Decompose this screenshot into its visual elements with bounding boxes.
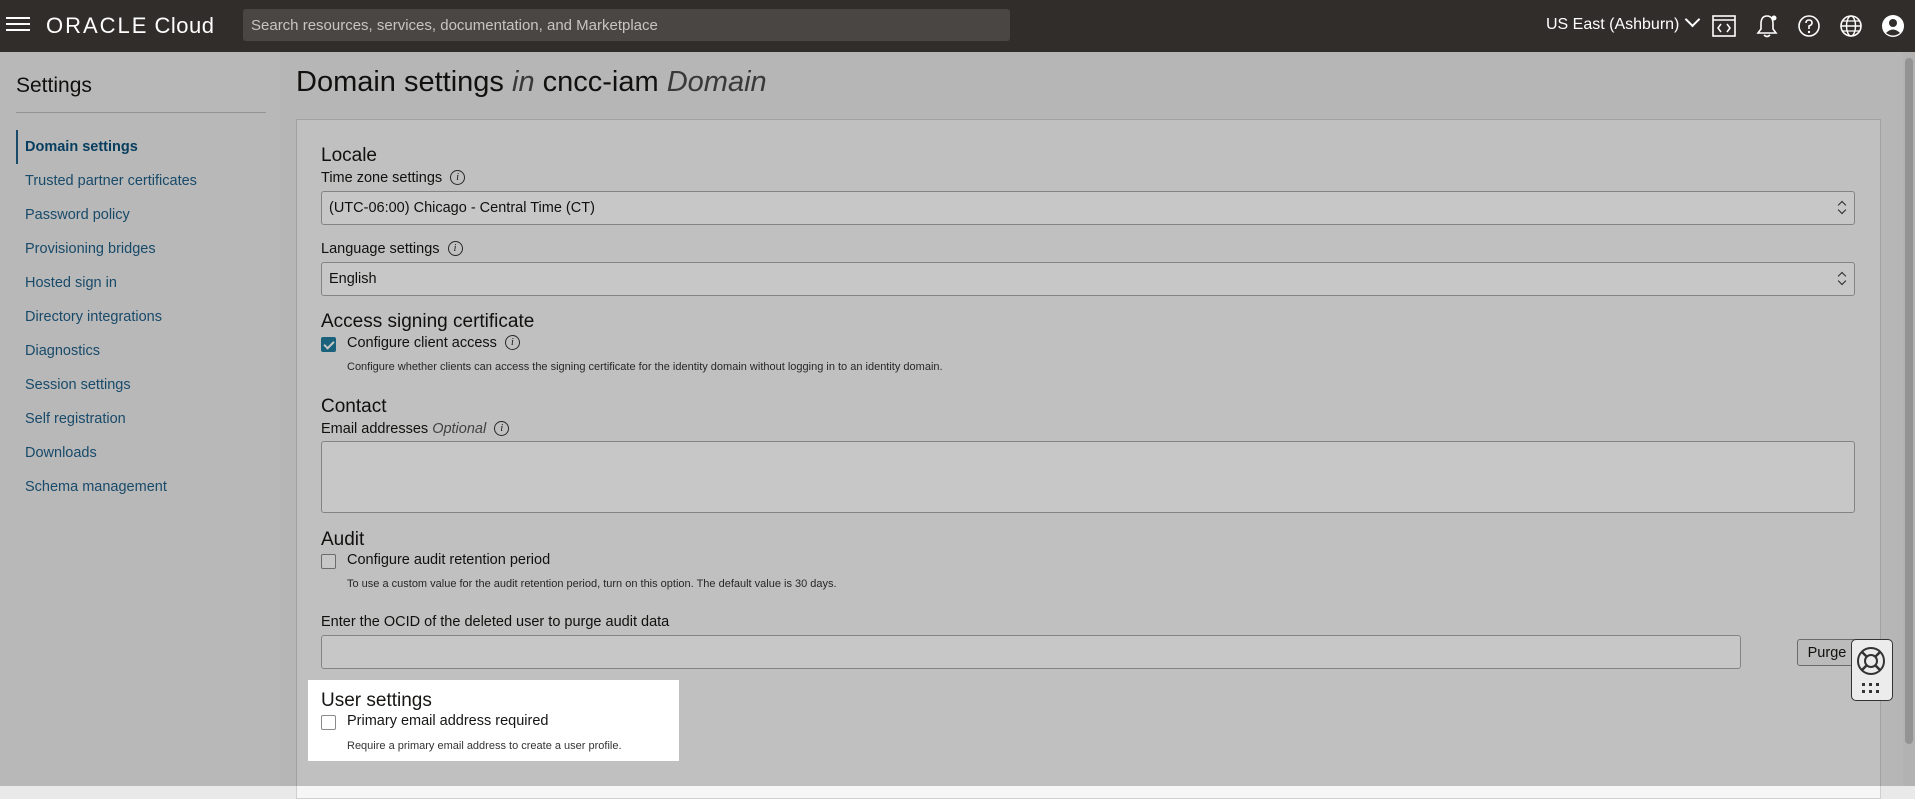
primary-email-required-label: Primary email address required bbox=[347, 713, 549, 729]
scrollbar-thumb[interactable] bbox=[1905, 58, 1913, 744]
top-navbar: ORACLECloud US East (Ashburn) bbox=[0, 0, 1915, 52]
language-value: English bbox=[329, 271, 377, 287]
settings-sidebar: Settings Domain settings Trusted partner… bbox=[0, 52, 280, 786]
optional-tag: Optional bbox=[432, 421, 487, 437]
search-input[interactable] bbox=[243, 9, 1010, 41]
info-icon[interactable]: i bbox=[494, 420, 510, 436]
select-arrows-icon bbox=[1838, 272, 1846, 286]
configure-client-access-checkbox[interactable] bbox=[321, 337, 336, 352]
code-editor-icon[interactable] bbox=[1711, 13, 1737, 39]
email-addresses-textarea[interactable] bbox=[321, 441, 1855, 513]
logo-product: Cloud bbox=[154, 13, 215, 38]
language-select[interactable]: English bbox=[321, 262, 1855, 296]
help-widget[interactable] bbox=[1851, 639, 1893, 701]
sidebar-nav: Domain settings Trusted partner certific… bbox=[16, 130, 276, 504]
configure-client-access-help: Configure whether clients can access the… bbox=[347, 361, 943, 373]
select-arrows-icon bbox=[1838, 201, 1846, 215]
hamburger-menu-icon[interactable] bbox=[6, 14, 30, 34]
page-title-domain-name: cncc-iam bbox=[542, 66, 659, 98]
configure-client-access-label: Configure client access i bbox=[347, 334, 520, 351]
sidebar-title: Settings bbox=[16, 74, 92, 97]
language-label: Language settings i bbox=[321, 240, 463, 257]
configure-audit-retention-checkbox[interactable] bbox=[321, 554, 336, 569]
timezone-select[interactable]: (UTC-06:00) Chicago - Central Time (CT) bbox=[321, 191, 1855, 225]
sidebar-item-password-policy[interactable]: Password policy bbox=[16, 198, 276, 232]
region-label: US East (Ashburn) bbox=[1546, 16, 1680, 33]
primary-email-required-checkbox[interactable] bbox=[321, 715, 336, 730]
timezone-label: Time zone settings i bbox=[321, 169, 466, 186]
purge-button[interactable]: Purge bbox=[1797, 639, 1857, 666]
audit-heading: Audit bbox=[321, 529, 365, 550]
profile-icon[interactable] bbox=[1880, 13, 1906, 39]
ocid-input[interactable] bbox=[321, 635, 1741, 669]
oracle-cloud-logo[interactable]: ORACLE Cloud bbox=[46, 13, 214, 39]
sidebar-item-provisioning-bridges[interactable]: Provisioning bridges bbox=[16, 232, 276, 266]
sidebar-item-directory-integrations[interactable]: Directory integrations bbox=[16, 300, 276, 334]
info-icon[interactable]: i bbox=[450, 169, 466, 185]
sidebar-item-trusted-partner-certificates[interactable]: Trusted partner certificates bbox=[16, 164, 276, 198]
region-selector[interactable]: US East (Ashburn) bbox=[1546, 11, 1701, 34]
sidebar-item-diagnostics[interactable]: Diagnostics bbox=[16, 334, 276, 368]
sidebar-item-downloads[interactable]: Downloads bbox=[16, 436, 276, 470]
page-scrollbar[interactable] bbox=[1903, 52, 1915, 786]
primary-email-required-help: Require a primary email address to creat… bbox=[347, 740, 622, 752]
logo-brand: ORACLE bbox=[46, 13, 149, 38]
contact-heading: Contact bbox=[321, 396, 387, 417]
configure-client-access-text: Configure client access bbox=[347, 335, 497, 351]
globe-icon[interactable] bbox=[1838, 13, 1864, 39]
info-icon[interactable]: i bbox=[447, 240, 463, 256]
sidebar-item-session-settings[interactable]: Session settings bbox=[16, 368, 276, 402]
sidebar-item-schema-management[interactable]: Schema management bbox=[16, 470, 276, 504]
bell-icon[interactable] bbox=[1754, 13, 1780, 39]
sidebar-divider bbox=[16, 112, 266, 113]
configure-audit-retention-label: Configure audit retention period bbox=[347, 552, 551, 568]
locale-heading: Locale bbox=[321, 145, 377, 166]
user-settings-highlight: User settings Primary email address requ… bbox=[308, 680, 679, 761]
ocid-label: Enter the OCID of the deleted user to pu… bbox=[321, 614, 670, 630]
user-settings-heading: User settings bbox=[321, 690, 432, 711]
timezone-label-text: Time zone settings bbox=[321, 170, 443, 186]
access-signing-heading: Access signing certificate bbox=[321, 311, 535, 332]
page-title-main: Domain settings bbox=[296, 66, 504, 98]
lifebuoy-icon bbox=[1857, 647, 1885, 693]
page-title-in: in bbox=[512, 66, 535, 98]
page-title: Domain settings in cncc-iam Domain bbox=[296, 66, 767, 99]
page-title-suffix: Domain bbox=[666, 66, 767, 98]
chevron-down-icon bbox=[1685, 11, 1701, 28]
timezone-value: (UTC-06:00) Chicago - Central Time (CT) bbox=[329, 200, 595, 216]
sidebar-item-hosted-sign-in[interactable]: Hosted sign in bbox=[16, 266, 276, 300]
audit-retention-help: To use a custom value for the audit rete… bbox=[347, 578, 837, 590]
language-label-text: Language settings bbox=[321, 241, 440, 257]
sidebar-item-domain-settings[interactable]: Domain settings bbox=[16, 130, 276, 164]
email-addresses-label: Email addresses Optional i bbox=[321, 420, 510, 437]
info-icon[interactable]: i bbox=[504, 334, 520, 350]
sidebar-item-self-registration[interactable]: Self registration bbox=[16, 402, 276, 436]
help-icon[interactable] bbox=[1796, 13, 1822, 39]
email-addresses-label-text: Email addresses bbox=[321, 421, 429, 437]
